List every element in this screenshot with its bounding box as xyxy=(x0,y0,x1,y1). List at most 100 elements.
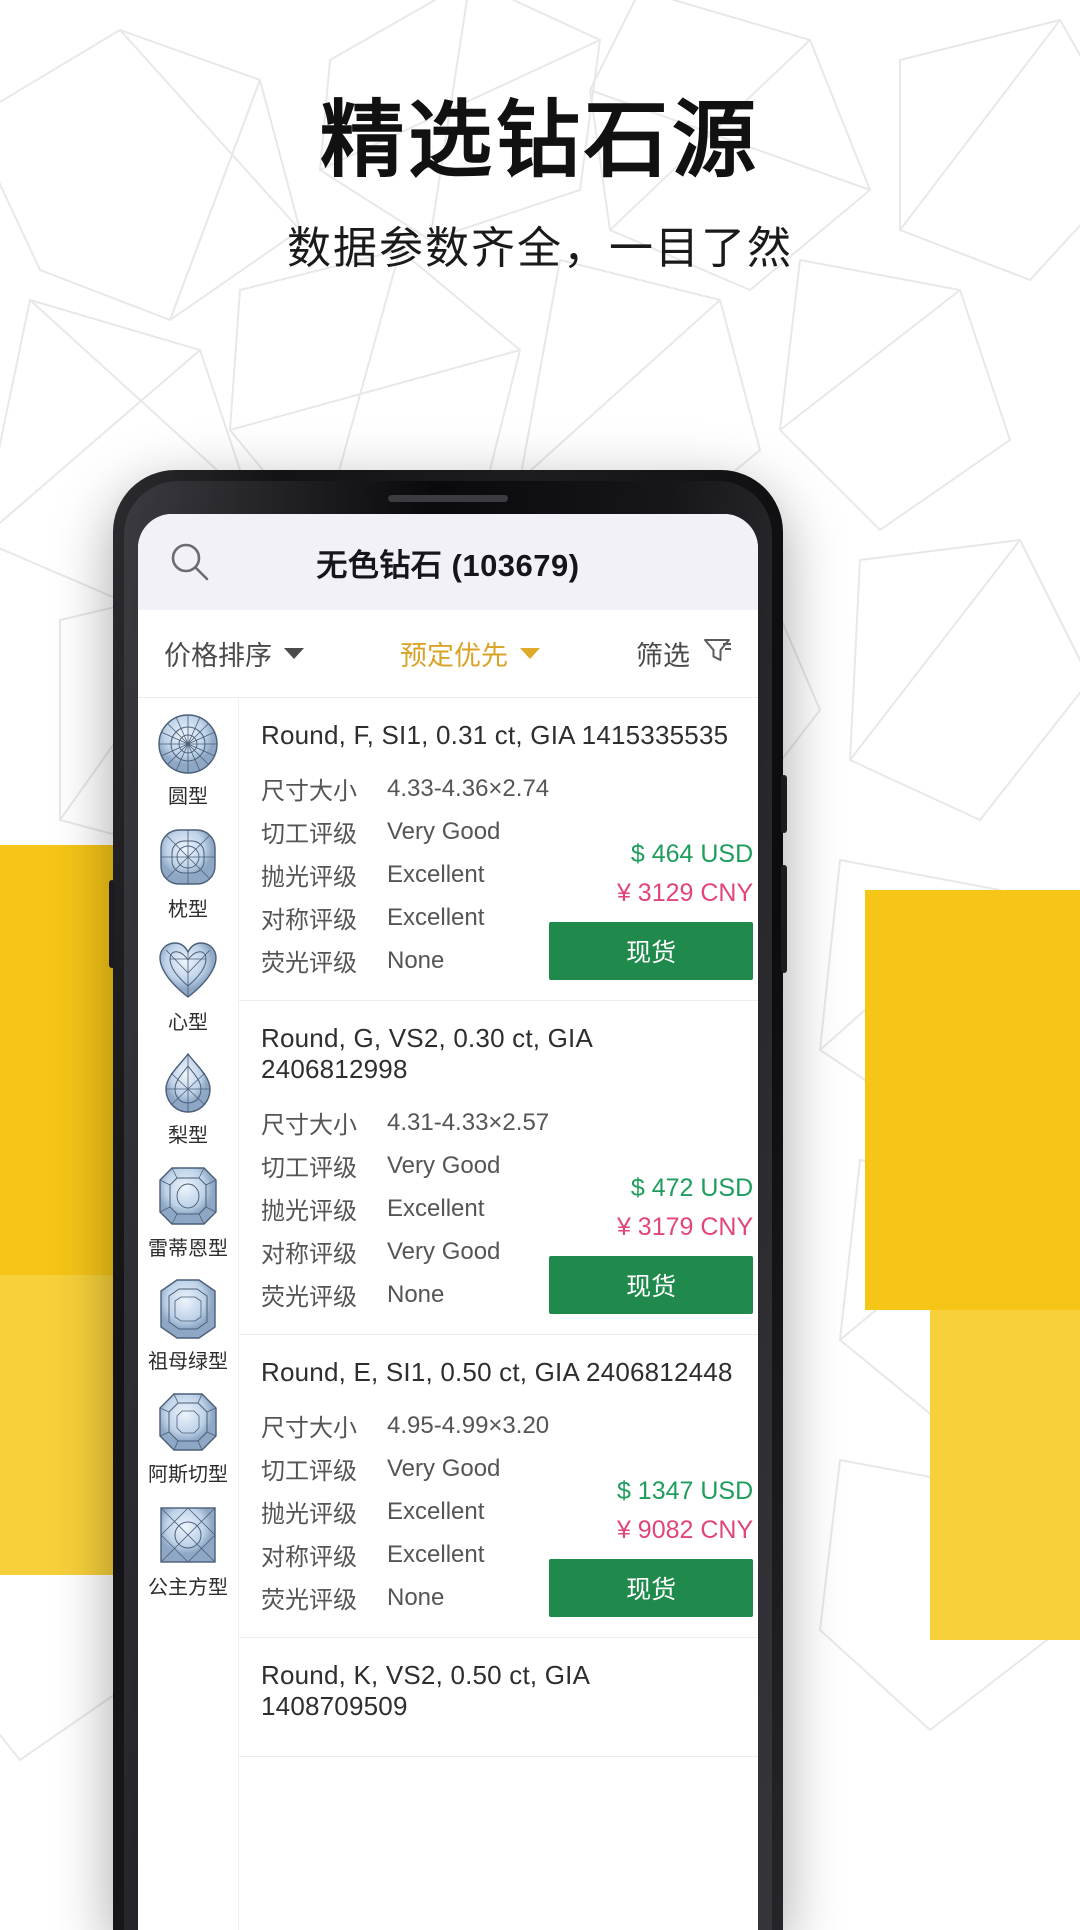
spec-label: 荧光评级 xyxy=(261,950,357,977)
sort-dropdown[interactable]: 价格排序 xyxy=(164,634,304,673)
spec-table: 尺寸大小 4.33-4.36×2.74 切工评级 Very Good 抛光评级 … xyxy=(261,767,549,982)
spec-row-fluorescence: 荧光评级 None xyxy=(261,1576,549,1619)
spec-label: 抛光评级 xyxy=(261,1501,357,1528)
shape-sidebar[interactable]: 圆型 枕型 心型 梨型 雷蒂恩型 祖母绿型 阿斯切型 公主方型 xyxy=(138,698,238,1930)
spec-value: Very Good xyxy=(387,1454,501,1482)
chevron-down-icon xyxy=(520,648,540,659)
stock-button[interactable]: 现货 xyxy=(549,1559,754,1617)
spec-label: 切工评级 xyxy=(261,1155,357,1182)
price-cny: ¥ 9082 CNY xyxy=(616,1516,754,1544)
asscher-diamond-icon xyxy=(159,1393,217,1451)
phone-mockup: 无色钻石 (103679) 价格排序 预定优先 筛选 圆型 枕型 心型 梨型 雷… xyxy=(109,470,787,1930)
price-usd: $ 464 USD xyxy=(630,840,754,868)
stock-button[interactable]: 现货 xyxy=(549,1256,754,1314)
spec-label: 切工评级 xyxy=(261,821,357,848)
search-icon[interactable] xyxy=(168,540,212,584)
price-cny: ¥ 3129 CNY xyxy=(616,879,754,907)
spec-label: 对称评级 xyxy=(261,1241,357,1268)
sidebar-item-label: 公主方型 xyxy=(148,1577,228,1599)
sort-dropdown-label: 价格排序 xyxy=(164,641,272,671)
spec-value: Excellent xyxy=(387,860,485,888)
spec-row-size: 尺寸大小 4.33-4.36×2.74 xyxy=(261,767,549,810)
page-title: 无色钻石 (103679) xyxy=(316,547,580,583)
priority-dropdown[interactable]: 预定优先 xyxy=(304,634,636,673)
spec-label: 对称评级 xyxy=(261,907,357,934)
sidebar-item-label: 心型 xyxy=(168,1012,208,1034)
filter-button[interactable]: 筛选 xyxy=(636,634,732,673)
spec-value: 4.31-4.33×2.57 xyxy=(387,1108,550,1136)
filter-bar: 价格排序 预定优先 筛选 xyxy=(138,610,758,698)
app-content: 圆型 枕型 心型 梨型 雷蒂恩型 祖母绿型 阿斯切型 公主方型 Round, F… xyxy=(138,698,758,1930)
pear-diamond-icon xyxy=(165,1052,211,1113)
filter-button-label: 筛选 xyxy=(636,641,690,671)
spec-row-fluorescence: 荧光评级 None xyxy=(261,939,549,982)
spec-value: Excellent xyxy=(387,1194,485,1222)
spec-row-size: 尺寸大小 4.95-4.99×3.20 xyxy=(261,1404,549,1447)
list-item[interactable]: Round, E, SI1, 0.50 ct, GIA 2406812448 尺… xyxy=(239,1335,758,1638)
listing-title: Round, F, SI1, 0.31 ct, GIA 1415335535 xyxy=(261,720,729,750)
spec-value: Very Good xyxy=(387,1237,501,1265)
sidebar-item-label: 雷蒂恩型 xyxy=(148,1238,228,1260)
sidebar-item-label: 圆型 xyxy=(168,786,208,808)
spec-row-symmetry: 对称评级 Very Good xyxy=(261,1230,549,1273)
spec-row-cut: 切工评级 Very Good xyxy=(261,1144,549,1187)
price-column: $ 1347 USD ¥ 9082 CNY 现货 xyxy=(549,1404,754,1619)
sidebar-item-princess[interactable]: 公主方型 xyxy=(138,1503,238,1600)
list-item[interactable]: Round, K, VS2, 0.50 ct, GIA 1408709509 xyxy=(239,1638,758,1757)
spec-value: Excellent xyxy=(387,903,485,931)
diamond-listing-list[interactable]: Round, F, SI1, 0.31 ct, GIA 1415335535 尺… xyxy=(238,698,758,1930)
spec-label: 荧光评级 xyxy=(261,1284,357,1311)
princess-diamond-icon xyxy=(160,1507,216,1563)
chevron-down-icon xyxy=(284,648,304,659)
spec-table: 尺寸大小 4.31-4.33×2.57 切工评级 Very Good 抛光评级 … xyxy=(261,1101,549,1316)
radiant-diamond-icon xyxy=(159,1167,217,1225)
phone-volume-button[interactable] xyxy=(781,865,787,973)
sidebar-item-cushion[interactable]: 枕型 xyxy=(138,825,238,922)
price-column: $ 464 USD ¥ 3129 CNY 现货 xyxy=(549,767,754,982)
spec-table: 尺寸大小 4.95-4.99×3.20 切工评级 Very Good 抛光评级 … xyxy=(261,1404,549,1619)
spec-label: 尺寸大小 xyxy=(261,1415,357,1442)
price-cny: ¥ 3179 CNY xyxy=(616,1213,754,1241)
listing-title: Round, K, VS2, 0.50 ct, GIA 1408709509 xyxy=(261,1660,589,1721)
spec-row-symmetry: 对称评级 Excellent xyxy=(261,1533,549,1576)
sidebar-item-asscher[interactable]: 阿斯切型 xyxy=(138,1390,238,1487)
spec-row-polish: 抛光评级 Excellent xyxy=(261,853,549,896)
sidebar-item-pear[interactable]: 梨型 xyxy=(138,1051,238,1148)
spec-row-polish: 抛光评级 Excellent xyxy=(261,1187,549,1230)
spec-row-fluorescence: 荧光评级 None xyxy=(261,1273,549,1316)
phone-assistant-button[interactable] xyxy=(109,880,115,968)
spec-label: 荧光评级 xyxy=(261,1587,357,1614)
sidebar-item-label: 阿斯切型 xyxy=(148,1464,228,1486)
sidebar-item-emerald[interactable]: 祖母绿型 xyxy=(138,1277,238,1374)
sidebar-item-label: 祖母绿型 xyxy=(148,1351,228,1373)
sidebar-item-round[interactable]: 圆型 xyxy=(138,712,238,809)
cushion-diamond-icon xyxy=(160,829,216,885)
emerald-diamond-icon xyxy=(160,1279,216,1339)
promo-text-block: 精选钻石源 数据参数齐全，一目了然 xyxy=(0,0,1080,276)
spec-label: 尺寸大小 xyxy=(261,778,357,805)
phone-power-button[interactable] xyxy=(781,775,787,833)
listing-title: Round, E, SI1, 0.50 ct, GIA 2406812448 xyxy=(261,1357,733,1387)
sidebar-item-radiant[interactable]: 雷蒂恩型 xyxy=(138,1164,238,1261)
list-item[interactable]: Round, G, VS2, 0.30 ct, GIA 2406812998 尺… xyxy=(239,1001,758,1335)
decorative-yellow-block-right-2 xyxy=(930,1310,1080,1640)
phone-screen: 无色钻石 (103679) 价格排序 预定优先 筛选 圆型 枕型 心型 梨型 雷… xyxy=(138,514,758,1930)
decorative-yellow-block-right xyxy=(865,890,1080,1310)
spec-value: None xyxy=(387,1583,445,1611)
spec-row-size: 尺寸大小 4.31-4.33×2.57 xyxy=(261,1101,549,1144)
sidebar-item-label: 枕型 xyxy=(168,899,208,921)
list-item[interactable]: Round, F, SI1, 0.31 ct, GIA 1415335535 尺… xyxy=(239,698,758,1001)
promo-headline: 精选钻石源 xyxy=(319,93,760,187)
promo-subheadline: 数据参数齐全，一目了然 xyxy=(287,224,793,274)
sidebar-item-label: 梨型 xyxy=(168,1125,208,1147)
sidebar-item-heart[interactable]: 心型 xyxy=(138,938,238,1035)
spec-label: 抛光评级 xyxy=(261,1198,357,1225)
spec-value: Very Good xyxy=(387,817,501,845)
stock-button[interactable]: 现货 xyxy=(549,922,754,980)
decorative-yellow-block-left-2 xyxy=(0,1275,120,1575)
listing-title: Round, G, VS2, 0.30 ct, GIA 2406812998 xyxy=(261,1023,592,1084)
spec-row-cut: 切工评级 Very Good xyxy=(261,1447,549,1490)
round-diamond-icon xyxy=(158,714,218,774)
spec-label: 尺寸大小 xyxy=(261,1112,357,1139)
spec-value: Excellent xyxy=(387,1540,485,1568)
